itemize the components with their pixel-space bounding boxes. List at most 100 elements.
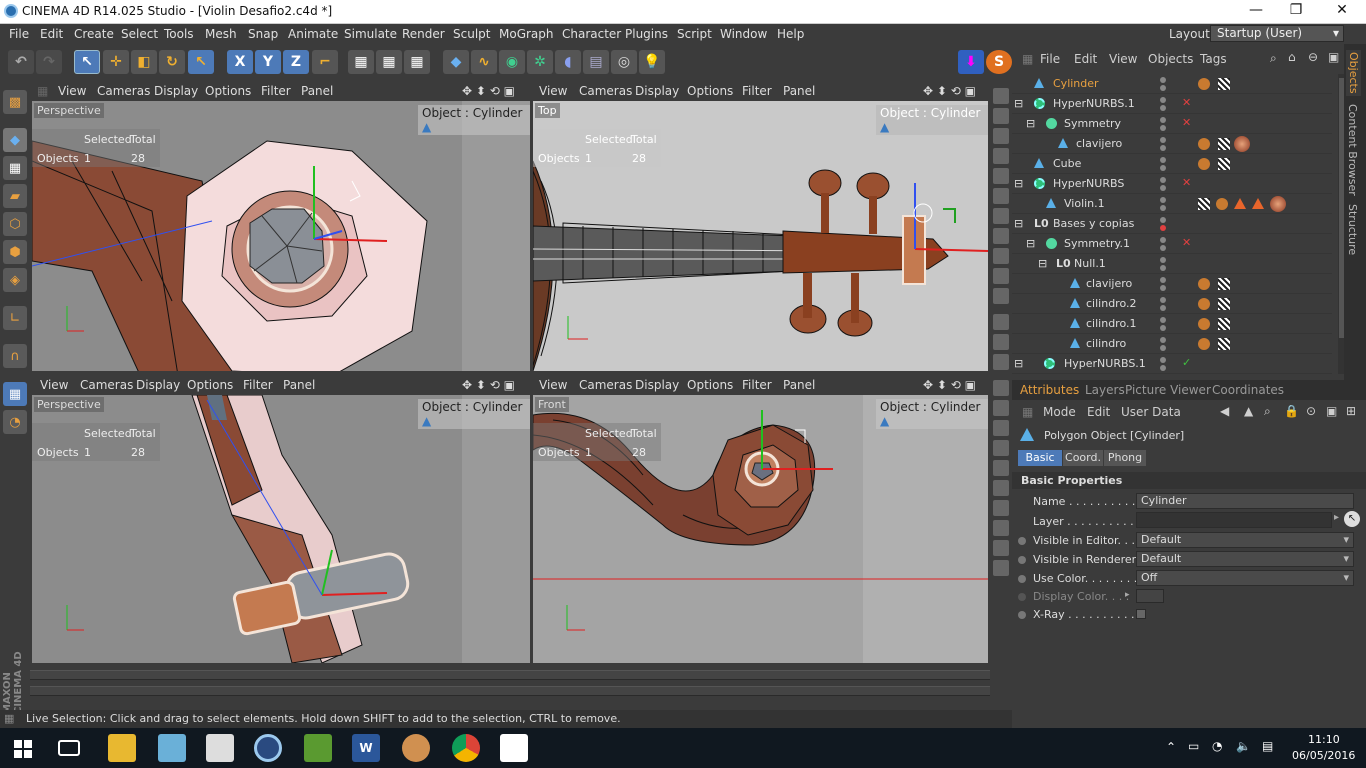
tab-layers[interactable]: Layers (1085, 383, 1125, 397)
strip-icon-8[interactable] (993, 228, 1009, 244)
vp3-menu-cameras[interactable]: Cameras (80, 378, 133, 392)
vp4-menu-view[interactable]: View (539, 378, 567, 392)
menu-create[interactable]: Create (74, 27, 114, 41)
vp2-menu-panel[interactable]: Panel (783, 84, 815, 98)
strip-icon-11[interactable] (993, 288, 1009, 304)
om-home-icon[interactable]: ⌂ (1288, 50, 1296, 64)
tab-content-browser[interactable]: Content Browser (1346, 104, 1359, 196)
render-visibility-dot[interactable] (1160, 185, 1166, 191)
object-row-cube[interactable]: Cube (1012, 154, 1332, 174)
deformer-icon[interactable]: ◖ (555, 50, 581, 74)
strip-icon-21[interactable] (993, 500, 1009, 516)
vp2-menu-filter[interactable]: Filter (742, 84, 772, 98)
collapse-icon[interactable]: ⊟ (1014, 357, 1023, 370)
move-icon[interactable]: ✛ (103, 50, 129, 74)
editor-visibility-dot[interactable] (1160, 357, 1166, 363)
redo-icon[interactable]: ↷ (36, 50, 62, 74)
xray-checkbox[interactable] (1136, 609, 1146, 619)
uvw-tag-icon[interactable] (1218, 338, 1230, 350)
editor-visibility-dot[interactable] (1160, 317, 1166, 323)
strip-icon-1[interactable] (993, 88, 1009, 104)
object-row-cilindro[interactable]: cilindro (1012, 334, 1332, 354)
object-row-violin-1[interactable]: Violin.1 (1012, 194, 1332, 214)
vp1-menu-panel[interactable]: Panel (301, 84, 333, 98)
editor-visibility-dot[interactable] (1160, 157, 1166, 163)
menu-script[interactable]: Script (677, 27, 712, 41)
material-tag-icon[interactable] (1234, 136, 1250, 152)
attr-menu-user-data[interactable]: User Data (1121, 405, 1181, 419)
animate-radio-use-color[interactable] (1018, 575, 1026, 583)
object-row-cilindro-1[interactable]: cilindro.1 (1012, 314, 1332, 334)
render-visibility-dot[interactable] (1160, 205, 1166, 211)
vp1-menu-display[interactable]: Display (154, 84, 198, 98)
menu-tools[interactable]: Tools (164, 27, 194, 41)
object-row-hypernurbs-1b[interactable]: ⊟ HyperNURBS.1 ✓ (1012, 354, 1332, 374)
editor-visibility-dot[interactable] (1160, 77, 1166, 83)
floor-icon[interactable]: ▤ (583, 50, 609, 74)
vp1-menu-options[interactable]: Options (205, 84, 251, 98)
vp2-menu-cameras[interactable]: Cameras (579, 84, 632, 98)
strip-icon-14[interactable] (993, 354, 1009, 370)
vp4-menu-filter[interactable]: Filter (742, 378, 772, 392)
minimize-button[interactable]: — (1246, 2, 1266, 20)
editor-visibility-dot[interactable] (1160, 277, 1166, 283)
uvw-tag-icon[interactable] (1218, 298, 1230, 310)
om-search-icon[interactable]: ⌕ (1270, 51, 1277, 66)
material-tag-icon[interactable] (1270, 196, 1286, 212)
tab-structure[interactable]: Structure (1346, 204, 1359, 255)
om-menu-file[interactable]: File (1040, 52, 1060, 66)
object-row-clavijero-2[interactable]: clavijero (1012, 274, 1332, 294)
texture-tag-icon[interactable] (1198, 338, 1210, 350)
enabled-check-icon[interactable]: ✓ (1182, 356, 1191, 369)
vp4-menu-panel[interactable]: Panel (783, 378, 815, 392)
subtab-phong[interactable]: Phong (1104, 450, 1146, 466)
strip-icon-7[interactable] (993, 208, 1009, 224)
collapse-icon[interactable]: ⊟ (1014, 217, 1023, 230)
attr-menu-mode[interactable]: Mode (1043, 405, 1076, 419)
layout-select[interactable]: Startup (User) ▾ (1210, 25, 1344, 42)
render-visibility-dot[interactable] (1160, 145, 1166, 151)
render-view-icon[interactable]: ▦ (348, 50, 374, 74)
animate-radio-visible-renderer[interactable] (1018, 556, 1026, 564)
visible-in-editor-select[interactable]: Default (1136, 532, 1354, 548)
collapse-icon[interactable]: ⊟ (1014, 97, 1023, 110)
object-row-bases-y-copias[interactable]: ⊟ L0 Bases y copias (1012, 214, 1332, 234)
strip-icon-4[interactable] (993, 148, 1009, 164)
vp4-menu-cameras[interactable]: Cameras (579, 378, 632, 392)
uvw-tag-icon[interactable] (1218, 138, 1230, 150)
windows-start-icon[interactable] (14, 740, 32, 758)
cube-object-icon[interactable]: ◆ (443, 50, 469, 74)
file-explorer-icon[interactable] (108, 734, 136, 762)
vp1-nav-icons[interactable]: ✥ ⬍ ⟲ ▣ (462, 84, 515, 98)
strip-icon-12[interactable] (993, 314, 1009, 330)
vp3-menu-options[interactable]: Options (187, 378, 233, 392)
texture-mode-icon[interactable]: ▦ (3, 156, 27, 180)
menu-character[interactable]: Character (562, 27, 621, 41)
disabled-x-icon[interactable]: ✕ (1182, 176, 1191, 189)
volume-icon[interactable]: 🔈 (1236, 739, 1251, 753)
om-menu-view[interactable]: View (1109, 52, 1137, 66)
name-field[interactable]: Cylinder (1136, 493, 1354, 509)
cinema4d-taskbar-icon[interactable] (254, 734, 282, 762)
pin-icon[interactable]: ⊙ (1306, 404, 1316, 418)
om-new-window-icon[interactable]: ▣ (1328, 50, 1339, 64)
nurbs-icon[interactable]: ◉ (499, 50, 525, 74)
render-visibility-dot[interactable] (1160, 125, 1166, 131)
vp3-nav-icons[interactable]: ✥ ⬍ ⟲ ▣ (462, 378, 515, 392)
om-menu-tags[interactable]: Tags (1200, 52, 1227, 66)
undo-icon[interactable]: ↶ (8, 50, 34, 74)
om-menu-objects[interactable]: Objects (1148, 52, 1193, 66)
workplane-lock-icon[interactable]: ▦ (3, 382, 27, 406)
render-visibility-dot[interactable] (1160, 365, 1166, 371)
script-s-icon[interactable]: S (986, 50, 1012, 74)
cinema4d-plugin-icon[interactable]: ⬇ (958, 50, 984, 74)
editor-visibility-dot[interactable] (1160, 257, 1166, 263)
viewport-2-top[interactable]: Top Object : Cylinder ▲ Selected Total O… (533, 101, 988, 371)
paint-icon[interactable] (402, 734, 430, 762)
battery-icon[interactable]: ▭ (1188, 739, 1199, 753)
soft-selection-icon[interactable]: ◔ (3, 410, 27, 434)
menu-sculpt[interactable]: Sculpt (453, 27, 490, 41)
task-view-icon[interactable] (58, 740, 80, 756)
render-visibility-dot[interactable] (1160, 305, 1166, 311)
selection-tag-icon[interactable] (1252, 198, 1264, 209)
